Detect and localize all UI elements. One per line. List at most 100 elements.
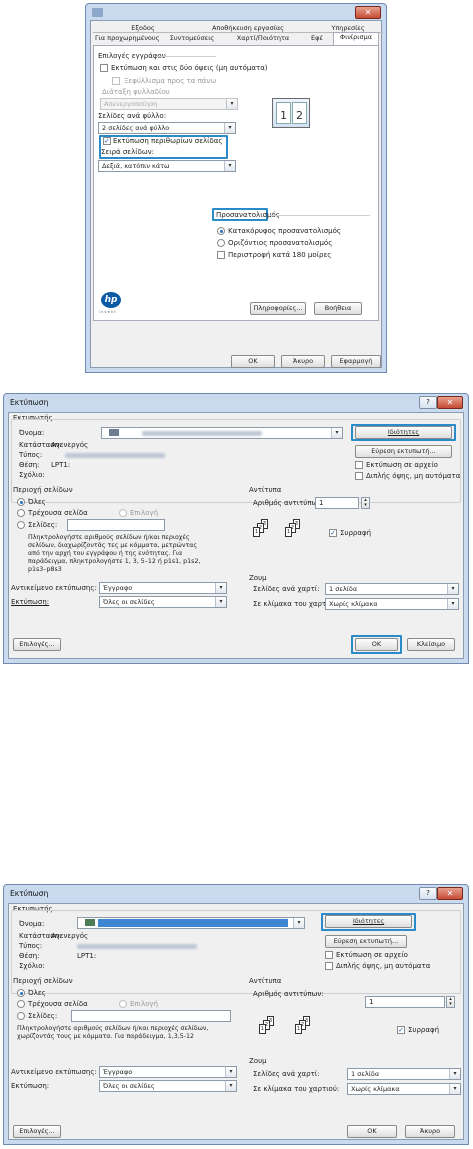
scale-select[interactable]: Χωρίς κλίμακα ▾ — [325, 598, 459, 610]
chevron-down-icon: ▾ — [215, 597, 226, 607]
copies-input[interactable]: 1 — [315, 497, 359, 509]
help-icon[interactable]: ? — [419, 396, 437, 409]
page-order-value: Δεξιά, κατόπιν κάτω — [102, 162, 170, 170]
close-window-button[interactable]: ✕ — [355, 6, 381, 19]
printer-name-select[interactable]: ▾ — [77, 917, 305, 929]
current-page-radio[interactable] — [17, 509, 25, 517]
pages-input[interactable] — [67, 519, 165, 531]
options-button[interactable]: Επιλογές... — [13, 638, 61, 651]
tab-paper-quality[interactable]: Χαρτί/Ποιότητα — [225, 34, 301, 42]
page-order-select[interactable]: Δεξιά, κατόπιν κάτω ▾ — [98, 160, 236, 172]
ok-button[interactable]: OK — [355, 638, 398, 651]
selection-radio[interactable] — [119, 509, 127, 517]
chevron-down-icon: ▾ — [449, 1069, 460, 1079]
comment-label: Σχόλιο: — [19, 962, 45, 970]
pages-radio[interactable] — [17, 521, 25, 529]
title-bar: Εκτύπωση ? ✕ — [4, 885, 468, 903]
print-value: Όλες οι σελίδες — [103, 598, 155, 606]
current-page-label: Τρέχουσα σελίδα — [28, 509, 88, 517]
properties-dialog: ✕ Εξοδος Αποθήκευση εργασίας Υπηρεσίες Γ… — [85, 3, 387, 373]
page-stack: 1 — [253, 527, 260, 537]
portrait-radio[interactable] — [217, 227, 225, 235]
find-printer-button[interactable]: Εύρεση εκτυπωτή... — [325, 935, 407, 948]
zoom-pages-per-sheet-select[interactable]: 1 σελίδα ▾ — [325, 583, 459, 595]
tab-effects[interactable]: Εφέ — [303, 34, 331, 42]
apply-button[interactable]: Εφαρμογή — [331, 355, 381, 368]
all-pages-radio[interactable] — [17, 498, 25, 506]
print-what-label: Αντικείμενο εκτύπωσης: — [11, 1068, 97, 1076]
zoom-pages-per-sheet-select[interactable]: 1 σελίδα ▾ — [347, 1068, 461, 1080]
properties-button[interactable]: Ιδιότητες — [325, 915, 412, 928]
print-to-file-checkbox[interactable] — [325, 951, 333, 959]
tab-output[interactable]: Εξοδος — [113, 24, 173, 32]
printer-type-redacted — [65, 453, 165, 458]
cancel-button[interactable]: Άκυρο — [405, 1125, 455, 1138]
current-page-radio[interactable] — [17, 1000, 25, 1008]
dialog-client: Εξοδος Αποθήκευση εργασίας Υπηρεσίες Για… — [90, 20, 383, 368]
print-both-sides-checkbox[interactable] — [100, 64, 108, 72]
name-label: Όνομα: — [19, 920, 45, 928]
where-value: LPT1: — [77, 952, 97, 960]
print-page-borders-checkbox[interactable]: ✓ — [103, 137, 111, 145]
ok-button[interactable]: OK — [231, 355, 275, 368]
properties-button[interactable]: Ιδιότητες — [355, 426, 452, 439]
all-pages-label: Όλες — [28, 498, 46, 506]
copies-spinner[interactable]: ▴ ▾ — [361, 497, 370, 509]
scale-value: Χωρίς κλίμακα — [351, 1085, 400, 1093]
options-button[interactable]: Επιλογές... — [13, 1125, 61, 1138]
print-select[interactable]: Όλες οι σελίδες ▾ — [99, 1080, 237, 1092]
finishing-panel: Επιλογές εγγράφου Εκτύπωση και στις δύο … — [93, 45, 379, 321]
ok-button[interactable]: OK — [347, 1125, 397, 1138]
close-window-button[interactable]: ✕ — [437, 396, 463, 409]
tab-shortcuts[interactable]: Συντομεύσεις — [161, 34, 223, 42]
pages-hint: Πληκτρολογήστε αριθμούς σελίδων ή/και πε… — [17, 1025, 209, 1040]
printer-name-select[interactable]: ▾ — [101, 427, 343, 439]
manual-duplex-checkbox[interactable] — [355, 472, 363, 480]
find-printer-button[interactable]: Εύρεση εκτυπωτή... — [355, 445, 452, 458]
booklet-layout-select[interactable]: Απενεργοποίηση ▾ — [100, 98, 238, 110]
tab-advanced[interactable]: Για προχωρημένους — [95, 34, 159, 42]
help-icon[interactable]: ? — [419, 887, 437, 900]
tab-job-storage[interactable]: Αποθήκευση εργασίας — [193, 24, 303, 32]
print-both-sides-label: Εκτύπωση και στις δύο όψεις (μη αυτόματα… — [111, 64, 268, 72]
landscape-radio[interactable] — [217, 239, 225, 247]
cancel-button[interactable]: Άκυρο — [281, 355, 325, 368]
status-value: Ανενεργός — [51, 441, 89, 449]
pages-label: Σελίδες: — [28, 1012, 58, 1020]
name-label: Όνομα: — [19, 429, 45, 437]
close-button[interactable]: Κλείσιμο — [407, 638, 455, 651]
print-to-file-checkbox[interactable] — [355, 461, 363, 469]
copies-spinner[interactable]: ▴ ▾ — [446, 996, 455, 1008]
close-window-button[interactable]: ✕ — [437, 887, 463, 900]
all-pages-radio[interactable] — [17, 989, 25, 997]
pages-per-sheet-select[interactable]: 2 σελίδες ανά φύλλο ▾ — [98, 122, 236, 134]
print-what-select[interactable]: Έγγραφο ▾ — [99, 582, 227, 594]
chevron-down-icon: ▾ — [225, 1081, 236, 1091]
collate-checkbox[interactable]: ✓ — [397, 1026, 405, 1034]
selection-radio[interactable] — [119, 1000, 127, 1008]
collate-checkbox[interactable]: ✓ — [329, 529, 337, 537]
pages-input[interactable] — [71, 1010, 231, 1022]
hp-logo-badge: hp — [101, 292, 121, 308]
hp-logo-tagline: i n v e n t — [99, 310, 116, 314]
copies-input[interactable]: 1 — [365, 996, 445, 1008]
print-what-select[interactable]: Έγγραφο ▾ — [99, 1066, 237, 1078]
tab-finishing[interactable]: Φινίρισμα — [333, 32, 379, 45]
scale-select[interactable]: Χωρίς κλίμακα ▾ — [347, 1083, 461, 1095]
preview-page-number: 2 — [296, 109, 303, 122]
print-label: Εκτύπωση: — [11, 1082, 50, 1090]
pages-radio[interactable] — [17, 1012, 25, 1020]
flip-pages-up-checkbox[interactable] — [112, 77, 120, 85]
info-button[interactable]: Πληροφορίες... — [250, 302, 306, 315]
selection-label: Επιλογή — [130, 1000, 159, 1008]
manual-duplex-checkbox[interactable] — [325, 962, 333, 970]
window-title: Εκτύπωση — [10, 398, 49, 407]
preview-page-number: 1 — [280, 109, 287, 122]
print-select[interactable]: Όλες οι σελίδες ▾ — [99, 596, 227, 608]
rotate-180-checkbox[interactable] — [217, 251, 225, 259]
help-button[interactable]: Βοήθεια — [314, 302, 362, 315]
zoom-pages-per-sheet-label: Σελίδες ανά χαρτί: — [253, 585, 320, 593]
zoom-group-label: Ζουμ — [249, 1057, 267, 1065]
tab-services[interactable]: Υπηρεσίες — [313, 24, 383, 32]
printer-name-selected — [98, 919, 288, 927]
